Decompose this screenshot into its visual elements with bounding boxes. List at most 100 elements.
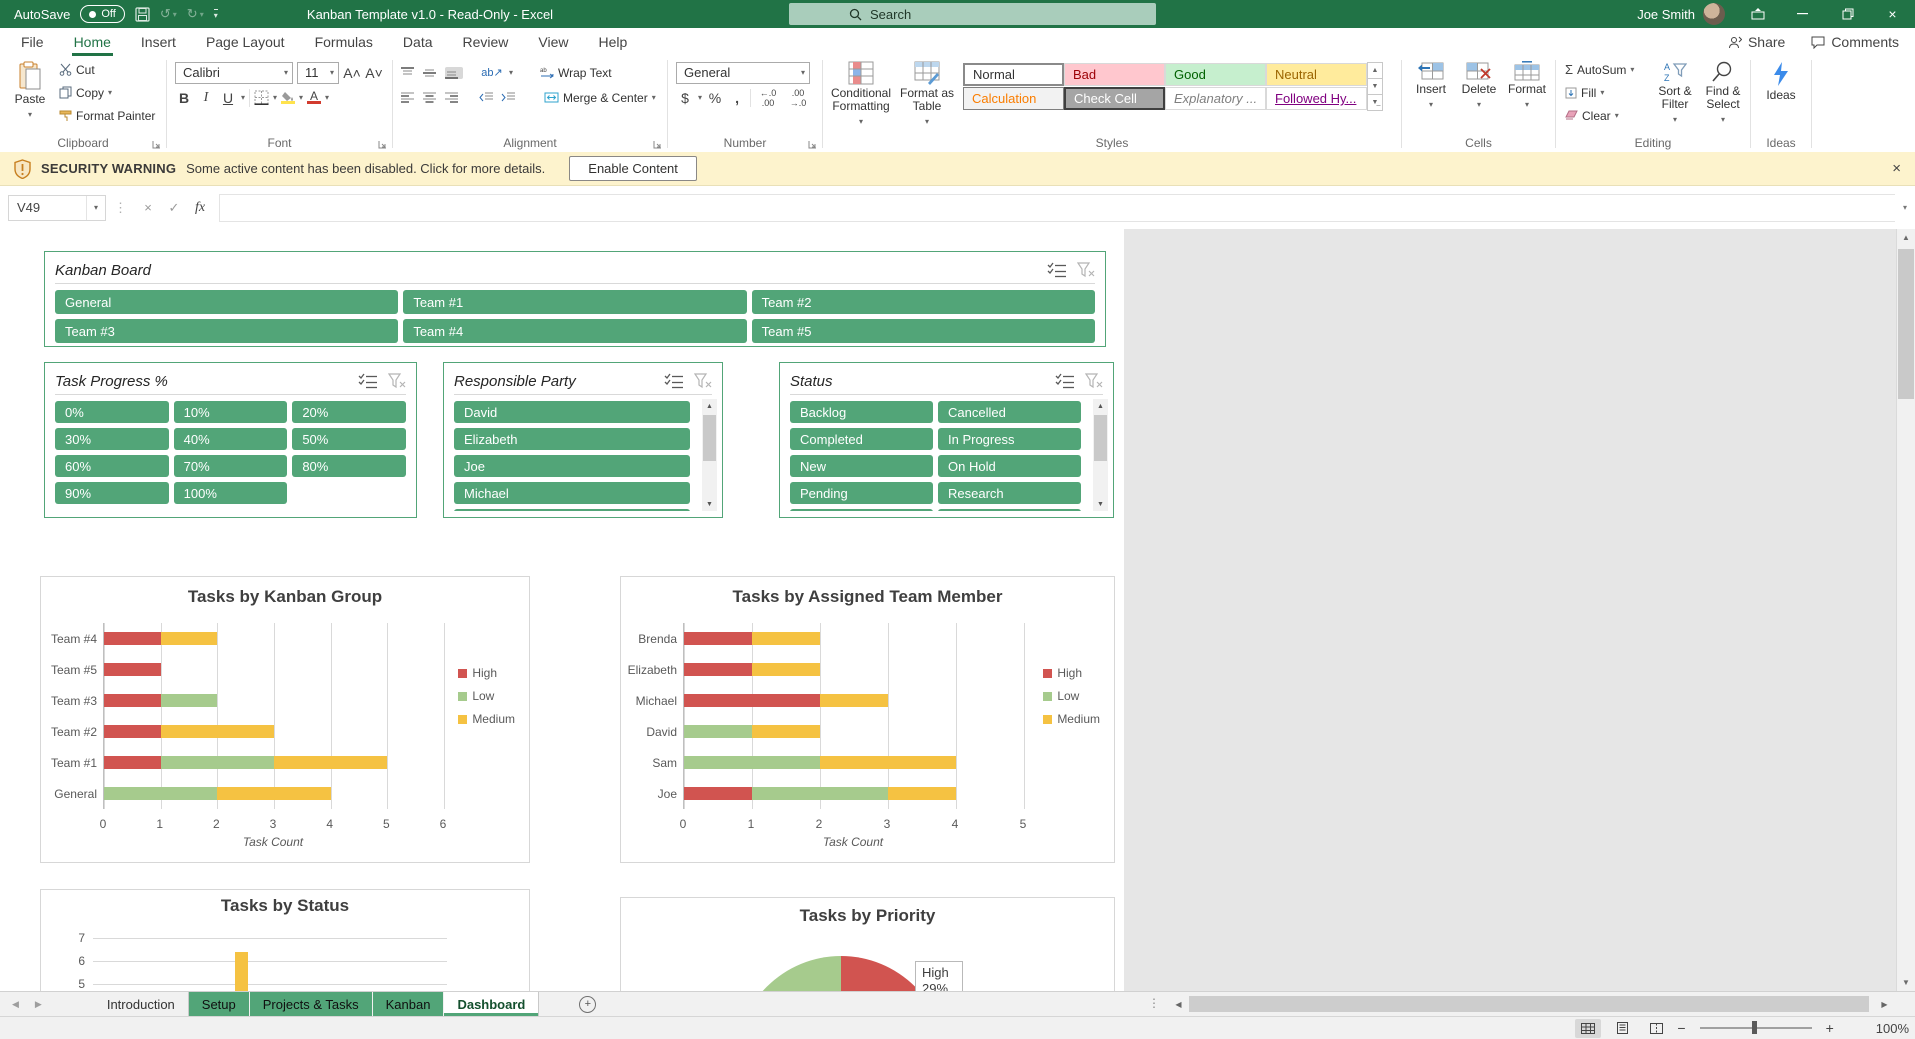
minimize-button[interactable] xyxy=(1780,0,1825,28)
align-right-icon[interactable] xyxy=(445,92,463,103)
page-break-preview-icon[interactable] xyxy=(1643,1019,1669,1038)
slicer-multiselect-icon[interactable] xyxy=(1047,262,1067,278)
paste-button[interactable]: Paste ▾ xyxy=(8,56,52,121)
font-family-select[interactable]: Calibri▾ xyxy=(175,62,293,84)
cell-style-option[interactable]: Check Cell xyxy=(1064,87,1165,110)
scroll-right-icon[interactable]: ▶ xyxy=(1876,995,1893,1013)
slicer-button[interactable]: Cancelled xyxy=(938,401,1081,423)
search-input[interactable]: Search xyxy=(789,3,1156,25)
italic-button[interactable]: I xyxy=(197,90,215,106)
bold-button[interactable]: B xyxy=(175,90,193,106)
name-box-dropdown-icon[interactable]: ▾ xyxy=(86,196,105,220)
sheet-tab[interactable]: Projects & Tasks xyxy=(250,992,373,1016)
enable-content-button[interactable]: Enable Content xyxy=(569,156,697,181)
font-dialog-launcher-icon[interactable] xyxy=(378,140,387,149)
format-cells-dropdown[interactable]: ▾ xyxy=(1525,98,1529,111)
copy-dropdown[interactable]: ▾ xyxy=(108,88,112,97)
autosum-dropdown[interactable]: ▾ xyxy=(1630,65,1634,74)
format-as-table-dropdown[interactable]: ▾ xyxy=(925,115,929,128)
percent-style-icon[interactable]: % xyxy=(706,90,724,106)
slicer-button[interactable]: On Hold xyxy=(938,455,1081,477)
tab-bar-splitter[interactable]: ⋮ xyxy=(1148,996,1160,1010)
slicer-button[interactable]: Team #4 xyxy=(403,319,746,343)
find-select-dropdown[interactable]: ▾ xyxy=(1721,113,1725,126)
expand-formula-bar-icon[interactable]: ▾ xyxy=(1895,203,1915,212)
ribbon-tab[interactable]: Insert xyxy=(139,28,178,56)
slicer-button[interactable]: 40% xyxy=(174,428,288,450)
insert-cells-dropdown[interactable]: ▾ xyxy=(1429,98,1433,111)
slicer-button[interactable]: 70% xyxy=(174,455,288,477)
scroll-up-icon[interactable]: ▲ xyxy=(1093,399,1108,413)
ribbon-display-options-icon[interactable] xyxy=(1735,0,1780,28)
slicer-button-partial[interactable] xyxy=(790,509,933,511)
chart-tasks-by-status[interactable]: Tasks by Status765 xyxy=(40,889,530,991)
slicer-button[interactable]: Team #3 xyxy=(55,319,398,343)
increase-indent-icon[interactable] xyxy=(501,92,519,103)
conditional-formatting-button[interactable]: Conditional Formatting ▾ xyxy=(829,56,893,128)
align-center-icon[interactable] xyxy=(423,92,441,103)
slicer-button[interactable]: Michael xyxy=(454,482,690,504)
user-avatar[interactable] xyxy=(1703,3,1725,25)
normal-view-icon[interactable] xyxy=(1575,1019,1601,1038)
align-top-icon[interactable] xyxy=(401,67,419,79)
slicer-button[interactable]: 60% xyxy=(55,455,169,477)
number-dialog-launcher-icon[interactable] xyxy=(808,140,817,149)
page-layout-view-icon[interactable] xyxy=(1609,1019,1635,1038)
ribbon-tab[interactable]: View xyxy=(536,28,570,56)
font-color-icon[interactable]: A xyxy=(307,91,321,104)
accounting-format-dropdown[interactable]: ▾ xyxy=(698,93,702,102)
warning-close-icon[interactable]: × xyxy=(1892,160,1901,177)
ribbon-tab[interactable]: Help xyxy=(597,28,630,56)
wrap-text-button[interactable]: ab Wrap Text xyxy=(537,61,615,84)
underline-dropdown[interactable]: ▾ xyxy=(241,93,245,102)
fill-color-icon[interactable] xyxy=(281,91,295,104)
ideas-button[interactable]: Ideas xyxy=(1757,56,1805,102)
customize-quick-access-icon[interactable]: ▾ xyxy=(214,9,218,20)
slicer-task-progress[interactable]: Task Progress % 0%10%20%30%40%50%60%70%8… xyxy=(44,362,417,518)
cell-style-option[interactable]: Good xyxy=(1165,63,1266,86)
save-icon[interactable] xyxy=(135,7,150,22)
slicer-button[interactable]: 90% xyxy=(55,482,169,504)
scroll-down-icon[interactable]: ▼ xyxy=(702,497,717,511)
slicer-clear-filter-icon[interactable] xyxy=(1077,262,1095,278)
insert-function-icon[interactable]: fx xyxy=(187,196,213,220)
borders-dropdown[interactable]: ▾ xyxy=(273,93,277,102)
slicer-button[interactable]: 80% xyxy=(292,455,406,477)
slicer-button-partial[interactable] xyxy=(454,509,690,511)
number-format-select[interactable]: General▾ xyxy=(676,62,810,84)
worksheet-area[interactable]: Kanban Board GeneralTeam #1Team #2Team #… xyxy=(0,229,1915,991)
fill-button[interactable]: Fill ▾ xyxy=(1562,81,1637,104)
share-button[interactable]: Share xyxy=(1728,34,1785,50)
increase-decimal-icon[interactable]: ←.0.00 xyxy=(755,88,781,108)
chart-tasks-by-priority[interactable]: Tasks by PriorityHigh29% xyxy=(620,897,1115,991)
accounting-format-icon[interactable]: $ xyxy=(676,90,694,106)
delete-cells-dropdown[interactable]: ▾ xyxy=(1477,98,1481,111)
slicer-button[interactable]: Team #1 xyxy=(403,290,746,314)
slicer-button[interactable]: In Progress xyxy=(938,428,1081,450)
scroll-left-icon[interactable]: ◀ xyxy=(1170,995,1187,1013)
sheet-tab[interactable]: Kanban xyxy=(373,992,445,1016)
decrease-font-size-icon[interactable]: A˅ xyxy=(365,65,383,81)
slicer-button[interactable]: 0% xyxy=(55,401,169,423)
new-sheet-icon[interactable]: + xyxy=(579,996,596,1013)
slicer-scrollbar[interactable]: ▲ ▼ xyxy=(1093,399,1108,511)
comments-button[interactable]: Comments xyxy=(1811,34,1899,50)
slicer-button[interactable]: Pending xyxy=(790,482,933,504)
scrollbar-thumb[interactable] xyxy=(1094,415,1107,461)
slicer-button[interactable]: 20% xyxy=(292,401,406,423)
zoom-slider-thumb[interactable] xyxy=(1752,1021,1757,1034)
scroll-up-icon[interactable]: ▲ xyxy=(1897,229,1915,246)
slicer-kanban-board[interactable]: Kanban Board GeneralTeam #1Team #2Team #… xyxy=(44,251,1106,347)
slicer-button[interactable]: Elizabeth xyxy=(454,428,690,450)
font-color-dropdown[interactable]: ▾ xyxy=(325,93,329,102)
slicer-button[interactable]: Completed xyxy=(790,428,933,450)
slicer-clear-filter-icon[interactable] xyxy=(388,373,406,389)
find-select-button[interactable]: Find & Select ▾ xyxy=(1700,56,1746,126)
slicer-button[interactable]: Backlog xyxy=(790,401,933,423)
ribbon-tab[interactable]: Page Layout xyxy=(204,28,287,56)
scroll-down-icon[interactable]: ▼ xyxy=(1093,497,1108,511)
cancel-entry-icon[interactable]: × xyxy=(135,196,161,220)
slicer-button[interactable]: 10% xyxy=(174,401,288,423)
sheet-tab[interactable]: Dashboard xyxy=(444,992,539,1016)
format-painter-button[interactable]: Format Painter xyxy=(56,104,158,127)
